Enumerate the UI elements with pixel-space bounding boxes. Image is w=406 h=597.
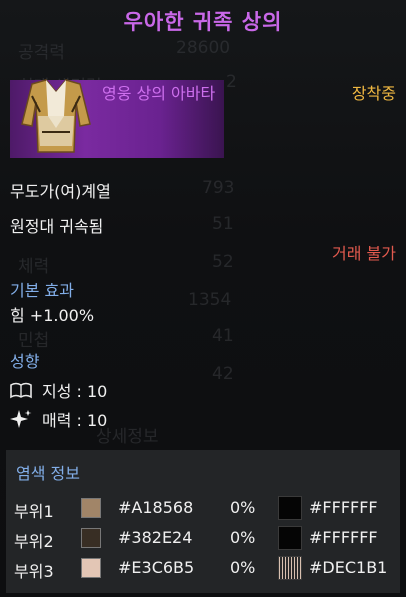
basic-effect-header: 기본 효과 (10, 281, 74, 300)
avatar-top-icon (21, 79, 91, 153)
dye-row: 부위3 #E3C6B5 0% #DEC1B1 (6, 555, 400, 581)
dye-secondary-hex: #DEC1B1 (309, 558, 388, 577)
ghost-text: 793 (202, 178, 235, 198)
item-tooltip: 공격력 28600 최대 생명력 2 793 51 체력 52 1354 민첩 … (0, 0, 406, 597)
dye-part-label: 부위2 (14, 532, 54, 551)
dye-primary-swatch (81, 528, 101, 548)
dye-info-panel: 염색 정보 부위1 #A18568 0% #FFFFFF 부위2 #382E24… (6, 450, 400, 593)
dye-percent: 0% (230, 498, 256, 517)
basic-effect-value: 힘 +1.00% (10, 306, 95, 325)
dye-primary-hex: #E3C6B5 (118, 558, 195, 577)
ghost-text: 52 (212, 252, 234, 272)
ghost-text: 공격력 (18, 43, 65, 63)
item-title: 우아한 귀족 상의 (123, 10, 283, 34)
tendency-header: 성향 (10, 352, 40, 371)
tendency-intellect-label: 지성 : 10 (42, 382, 108, 401)
dye-pattern-swatch (278, 556, 302, 580)
dye-secondary-hex: #FFFFFF (309, 528, 378, 547)
dye-part-label: 부위3 (14, 562, 54, 581)
sparkle-icon (10, 410, 32, 428)
dye-secondary-swatch (278, 526, 302, 550)
dye-secondary-swatch (278, 496, 302, 520)
dye-primary-swatch (81, 498, 101, 518)
dye-secondary-hex: #FFFFFF (309, 498, 378, 517)
dye-primary-swatch (81, 558, 101, 578)
book-icon (10, 382, 32, 399)
class-requirement: 무도가(여)계열 (10, 182, 111, 201)
ghost-text: 51 (212, 214, 234, 234)
trade-status: 거래 불가 (332, 244, 396, 263)
ghost-text: 1354 (188, 290, 232, 310)
equipped-status: 장착중 (351, 84, 396, 103)
ghost-text: 2 (226, 72, 237, 92)
dye-percent: 0% (230, 558, 256, 577)
dye-part-label: 부위1 (14, 502, 54, 521)
dye-info-header: 염색 정보 (16, 464, 80, 483)
tendency-intellect: 지성 : 10 (10, 379, 107, 401)
tendency-charm: 매력 : 10 (10, 408, 107, 430)
dye-row: 부위1 #A18568 0% #FFFFFF (6, 495, 400, 521)
item-grade-name: 영웅 상의 아바타 (102, 84, 216, 103)
dye-row: 부위2 #382E24 0% #FFFFFF (6, 525, 400, 551)
dye-primary-hex: #382E24 (118, 528, 193, 547)
bound-status: 원정대 귀속됨 (10, 217, 104, 236)
dye-primary-hex: #A18568 (118, 498, 194, 517)
dye-percent: 0% (230, 528, 256, 547)
ghost-text: 28600 (176, 38, 231, 58)
ghost-text: 42 (212, 364, 234, 384)
ghost-text: 체력 (18, 257, 50, 277)
ghost-text: 41 (212, 326, 234, 346)
tendency-charm-label: 매력 : 10 (42, 411, 108, 430)
